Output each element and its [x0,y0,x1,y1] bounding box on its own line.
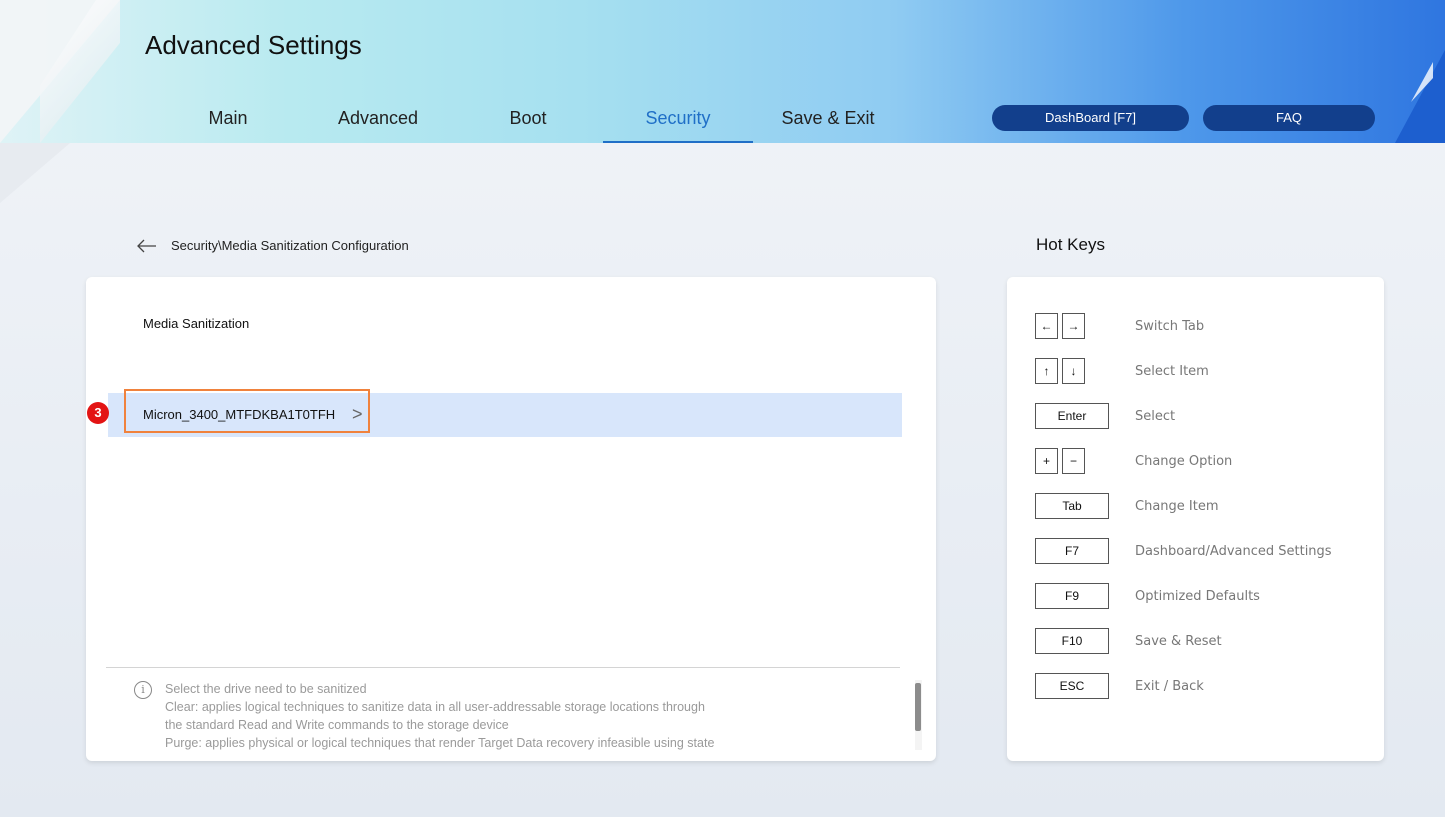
tab-advanced[interactable]: Advanced [303,96,453,141]
breadcrumb-path: Security\Media Sanitization Configuratio… [171,238,409,253]
help-line: the standard Read and Write commands to … [165,718,509,732]
hotkey-desc: Switch Tab [1135,318,1205,334]
hotkey-desc: Select Item [1135,363,1209,379]
help-line: Select the drive need to be sanitized [165,682,367,696]
tab-boot[interactable]: Boot [453,96,603,141]
help-line: Clear: applies logical techniques to san… [165,700,705,714]
hotkey-desc: Change Option [1135,453,1233,469]
key-tab: Tab [1035,493,1109,519]
settings-panel: Media Sanitization 3 Micron_3400_MTFDKBA… [86,277,936,761]
key-f7: F7 [1035,538,1109,564]
section-label: Media Sanitization [143,316,250,331]
hotkey-row-save-reset: F10 Save & Reset [1035,627,1222,655]
hotkey-desc: Select [1135,408,1176,424]
arrow-left-icon[interactable] [137,239,157,253]
key-up-arrow: ↑ [1035,358,1058,384]
drive-label: Micron_3400_MTFDKBA1T0TFH [143,407,336,422]
key-minus: − [1062,448,1085,474]
key-right-arrow: → [1062,313,1085,339]
divider [106,667,900,668]
page-fold-decoration [0,143,70,203]
hotkey-row-switch-tab: ← → Switch Tab [1035,312,1204,340]
tab-bar: Main Advanced Boot Security Save & Exit [153,96,903,143]
step-badge: 3 [87,402,109,424]
hotkey-row-optimized-defaults: F9 Optimized Defaults [1035,582,1260,610]
key-left-arrow: ← [1035,313,1058,339]
hotkey-row-change-item: Tab Change Item [1035,492,1219,520]
hotkey-desc: Save & Reset [1135,633,1222,649]
key-esc: ESC [1035,673,1109,699]
dashboard-button[interactable]: DashBoard [F7] [992,105,1189,131]
key-f10: F10 [1035,628,1109,654]
hotkey-row-select: Enter Select [1035,402,1175,430]
hotkey-desc: Change Item [1135,498,1219,514]
hotkey-desc: Optimized Defaults [1135,588,1260,604]
tab-main[interactable]: Main [153,96,303,141]
help-line: Purge: applies physical or logical techn… [165,736,715,750]
drive-item[interactable]: 3 Micron_3400_MTFDKBA1T0TFH > [87,389,902,437]
page-title: Advanced Settings [145,30,362,60]
hotkey-row-change-option: + − Change Option [1035,447,1232,475]
key-f9: F9 [1035,583,1109,609]
hotkeys-title: Hot Keys [1036,235,1105,254]
info-icon: i [134,681,152,699]
hotkey-row-dashboard: F7 Dashboard/Advanced Settings [1035,537,1332,565]
hotkey-desc: Exit / Back [1135,678,1204,694]
header-bar: Advanced Settings Main Advanced Boot Sec… [0,0,1445,143]
tab-security[interactable]: Security [603,96,753,143]
hotkey-row-exit: ESC Exit / Back [1035,672,1204,700]
faq-button[interactable]: FAQ [1203,105,1375,131]
chevron-right-icon: > [352,404,363,424]
header-corner-decoration [1395,50,1445,143]
breadcrumb: Security\Media Sanitization Configuratio… [137,238,409,253]
hotkeys-panel: ← → Switch Tab ↑ ↓ Select Item Enter Sel… [1007,277,1384,761]
hotkey-desc: Dashboard/Advanced Settings [1135,543,1332,559]
key-down-arrow: ↓ [1062,358,1085,384]
hotkey-row-select-item: ↑ ↓ Select Item [1035,357,1209,385]
help-scrollbar-thumb[interactable] [915,683,921,731]
key-enter: Enter [1035,403,1109,429]
key-plus: + [1035,448,1058,474]
tab-save-exit[interactable]: Save & Exit [753,96,903,141]
